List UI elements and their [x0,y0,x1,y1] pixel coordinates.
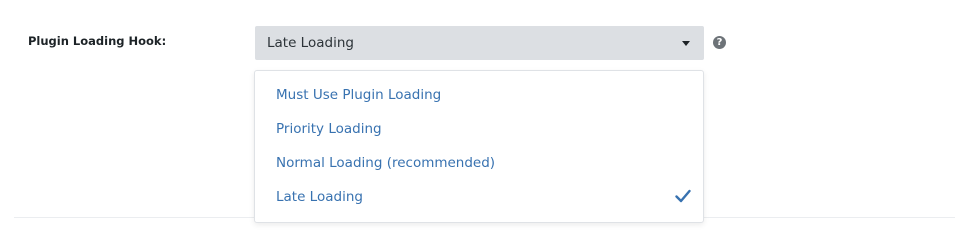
option-label: Late Loading [276,189,363,205]
check-icon [675,189,691,203]
option-priority-loading[interactable]: Priority Loading [255,113,703,145]
select-current-value: Late Loading [267,35,354,51]
chevron-down-icon [682,41,690,46]
option-normal-loading[interactable]: Normal Loading (recommended) [255,147,703,179]
help-icon[interactable]: ? [713,36,726,49]
option-label: Normal Loading (recommended) [276,155,496,171]
option-must-use-plugin-loading[interactable]: Must Use Plugin Loading [255,79,703,111]
plugin-loading-hook-label: Plugin Loading Hook: [28,34,167,48]
dropdown-menu: Must Use Plugin Loading Priority Loading… [254,70,704,223]
settings-page: Plugin Loading Hook: Late Loading ? Must… [0,0,969,245]
option-late-loading[interactable]: Late Loading [255,181,703,213]
plugin-loading-hook-select[interactable]: Late Loading [255,26,704,60]
option-label: Must Use Plugin Loading [276,87,442,103]
option-label: Priority Loading [276,121,382,137]
